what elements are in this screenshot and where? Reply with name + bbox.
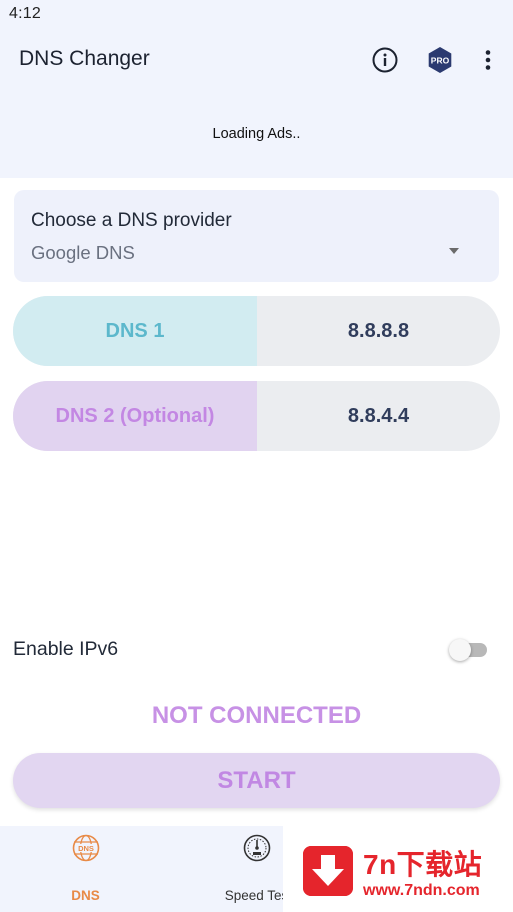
site-watermark: 7n下载站 www.7ndn.com: [283, 826, 513, 912]
connection-status-text: NOT CONNECTED: [151, 702, 362, 729]
ipv6-label: Enable IPv6: [13, 638, 119, 660]
ipv6-toggle[interactable]: [449, 639, 489, 661]
download-arrow-icon: [303, 846, 353, 896]
pro-badge-icon: PRO: [428, 47, 452, 73]
dropdown-arrow-icon: [449, 248, 459, 254]
svg-text:DNS: DNS: [78, 844, 94, 853]
provider-label: Choose a DNS provider: [31, 210, 232, 231]
screen: 4:12 DNS Changer PRO Loading Ads.. Choos…: [0, 0, 513, 912]
watermark-title: 7n下载站: [363, 849, 483, 880]
status-bar-time: 4:12: [9, 5, 41, 22]
dns-globe-icon: DNS: [72, 834, 100, 862]
header-region: 4:12 DNS Changer PRO Loading Ads..: [0, 0, 513, 178]
dns-provider-dropdown[interactable]: Choose a DNS provider Google DNS: [14, 190, 499, 282]
speedometer-icon: [243, 834, 271, 862]
dns1-value-field[interactable]: 8.8.8.8: [257, 296, 500, 366]
provider-selected-value: Google DNS: [31, 242, 135, 263]
nav-item-dns[interactable]: DNS DNS: [0, 826, 171, 912]
more-vert-icon: [485, 50, 491, 70]
ad-banner-text: Loading Ads..: [212, 126, 301, 142]
toggle-thumb: [449, 639, 471, 661]
dns1-label: DNS 1: [13, 296, 257, 366]
info-button[interactable]: [370, 45, 400, 75]
pro-button[interactable]: PRO: [425, 45, 455, 75]
nav-label-dns: DNS: [71, 888, 100, 903]
dns2-row: DNS 2 (Optional) 8.8.4.4: [13, 381, 500, 451]
watermark-url: www.7ndn.com: [363, 882, 480, 899]
dns1-row: DNS 1 8.8.8.8: [13, 296, 500, 366]
dns2-value-field[interactable]: 8.8.4.4: [257, 381, 500, 451]
info-icon: [372, 47, 398, 73]
start-button[interactable]: START: [13, 753, 500, 808]
app-title: DNS Changer: [19, 47, 150, 70]
dns2-label: DNS 2 (Optional): [13, 381, 257, 451]
more-options-button[interactable]: [473, 45, 503, 75]
pro-badge-text: PRO: [431, 55, 450, 65]
